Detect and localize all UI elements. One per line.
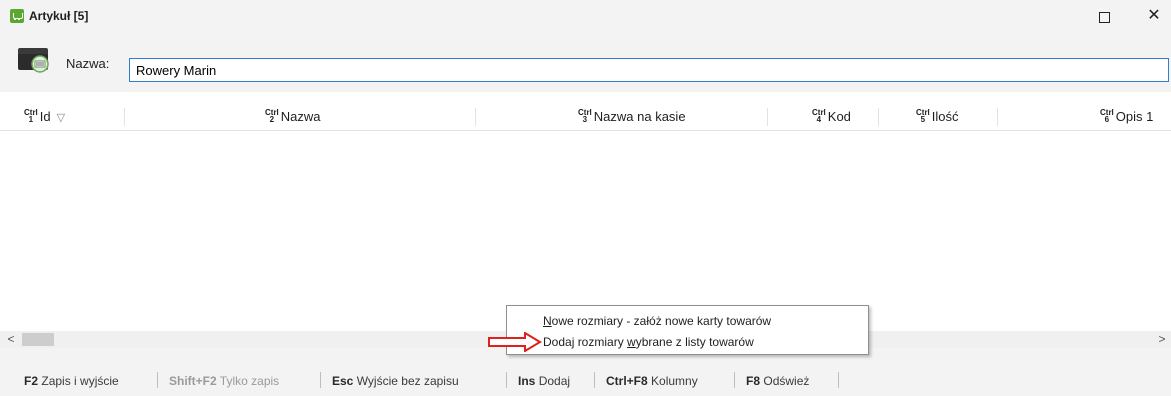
column-label: Nazwa	[280, 109, 321, 124]
shortcut-hint: Ctrl 2	[265, 108, 279, 124]
column-label: Ilość	[931, 109, 959, 124]
divider	[594, 372, 595, 388]
column-label: Nazwa na kasie	[593, 109, 686, 124]
divider	[320, 372, 321, 388]
columns-button[interactable]: Ctrl+F8 Kolumny	[606, 374, 698, 388]
column-label: Opis 1	[1115, 109, 1154, 124]
close-button[interactable]: ✕	[1140, 4, 1168, 28]
name-label: Nazwa:	[66, 56, 110, 71]
window-title: Artykuł [5]	[29, 9, 89, 23]
column-label: Kod	[827, 109, 851, 124]
column-header-pos-name[interactable]: Ctrl 3 Nazwa na kasie	[578, 108, 686, 125]
save-and-exit-button[interactable]: F2 Zapis i wyjście	[24, 374, 119, 388]
name-search-input[interactable]	[129, 58, 1169, 82]
title-bar: Artykuł [5] ✕	[0, 0, 1171, 32]
grid-body[interactable]	[0, 131, 1171, 331]
column-divider[interactable]	[475, 108, 476, 126]
shortcut-bar: F2 Zapis i wyjście Shift+F2 Tylko zapis …	[0, 348, 1171, 396]
divider	[838, 372, 839, 388]
menu-item-add-selected-sizes[interactable]: Dodaj rozmiary wybrane z listy towarów	[543, 335, 754, 349]
scroll-left-icon[interactable]: <	[4, 331, 18, 348]
grid-header: Ctrl 1 Id ▽ Ctrl 2 Nazwa Ctrl 3 Nazwa na kasie …	[0, 104, 1171, 131]
divider	[157, 372, 158, 388]
column-label: Id	[39, 109, 51, 124]
annotation-arrow-icon	[488, 332, 542, 352]
column-divider[interactable]	[997, 108, 998, 126]
product-card-icon	[18, 48, 49, 73]
menu-item-new-sizes[interactable]: Nowe rozmiary - załóż nowe karty towarów	[543, 314, 771, 328]
scroll-right-icon[interactable]: >	[1155, 331, 1169, 348]
save-only-button[interactable]: Shift+F2 Tylko zapis	[169, 374, 279, 388]
column-divider[interactable]	[124, 108, 125, 126]
close-icon: ✕	[1147, 7, 1161, 24]
column-header-id[interactable]: Ctrl 1 Id ▽	[24, 108, 66, 125]
shortcut-hint: Ctrl 1	[24, 108, 38, 124]
divider	[734, 372, 735, 388]
maximize-icon	[1098, 11, 1110, 23]
exit-without-save-button[interactable]: Esc Wyjście bez zapisu	[332, 374, 459, 388]
scrollbar-thumb[interactable]	[22, 333, 54, 346]
refresh-button[interactable]: F8 Odśwież	[746, 374, 809, 388]
column-divider[interactable]	[767, 108, 768, 126]
column-header-name[interactable]: Ctrl 2 Nazwa	[265, 108, 321, 125]
column-divider[interactable]	[878, 108, 879, 126]
add-button[interactable]: Ins Dodaj	[518, 374, 570, 388]
sort-descending-icon: ▽	[56, 112, 66, 124]
shortcut-hint: Ctrl 3	[578, 108, 592, 124]
shortcut-hint: Ctrl 4	[812, 108, 826, 124]
maximize-button[interactable]	[1090, 4, 1118, 28]
column-header-description[interactable]: Ctrl 6 Opis 1	[1100, 108, 1154, 125]
divider	[506, 372, 507, 388]
add-sizes-menu: Nowe rozmiary - załóż nowe karty towarów…	[506, 305, 869, 355]
column-header-code[interactable]: Ctrl 4 Kod	[812, 108, 851, 125]
shopping-cart-icon	[10, 9, 24, 23]
shortcut-hint: Ctrl 5	[916, 108, 930, 124]
column-header-quantity[interactable]: Ctrl 5 Ilość	[916, 108, 959, 125]
shortcut-hint: Ctrl 6	[1100, 108, 1114, 124]
